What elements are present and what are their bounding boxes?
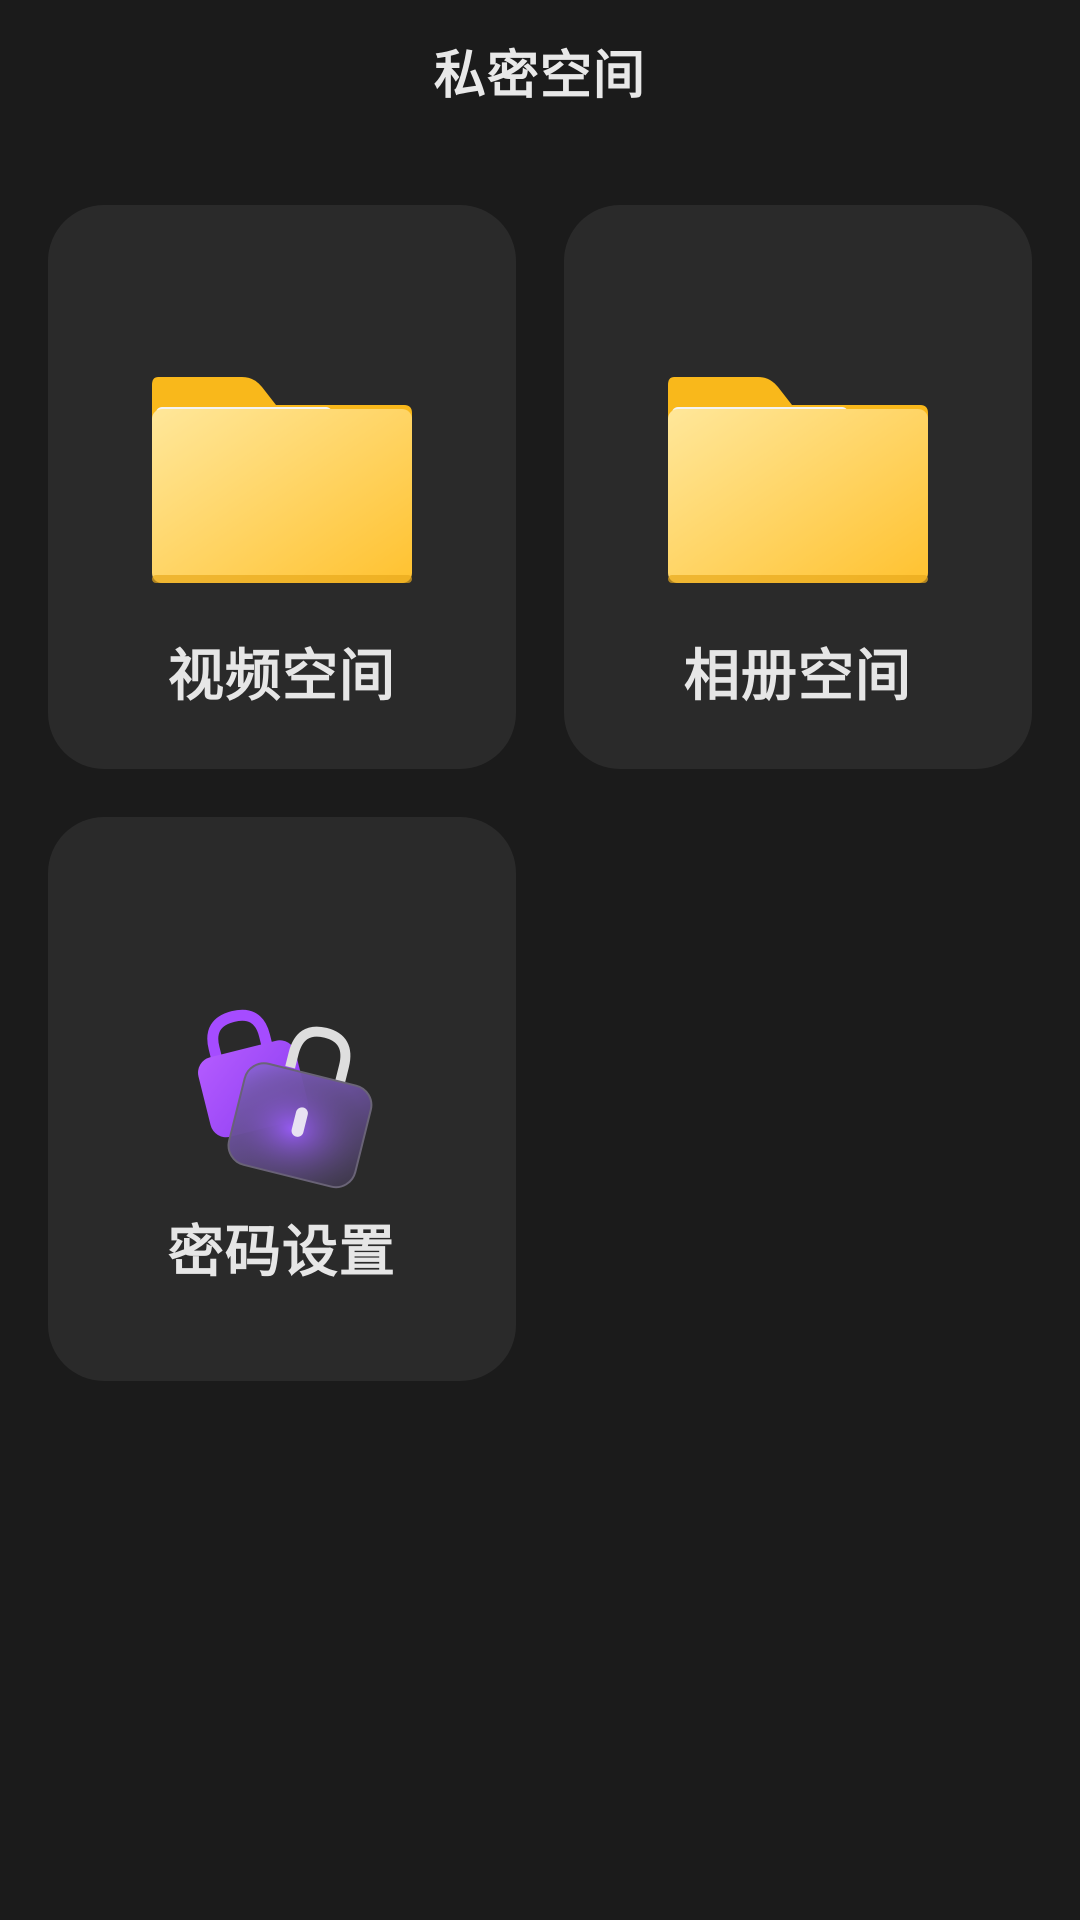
password-settings-label: 密码设置: [168, 1220, 396, 1285]
folder-icon: [564, 375, 1032, 585]
page-title: 私密空间: [433, 46, 646, 106]
album-space-label: 相册空间: [684, 644, 912, 709]
lock-icon: [48, 1001, 516, 1191]
video-space-card[interactable]: 视频空间: [48, 205, 516, 769]
video-space-label: 视频空间: [168, 644, 396, 709]
password-settings-card[interactable]: 密码设置: [48, 817, 516, 1381]
folder-icon: [48, 375, 516, 585]
album-space-card[interactable]: 相册空间: [564, 205, 1032, 769]
private-space-screen: 私密空间 视频空间 相册空间 密码设置: [0, 0, 1080, 1920]
